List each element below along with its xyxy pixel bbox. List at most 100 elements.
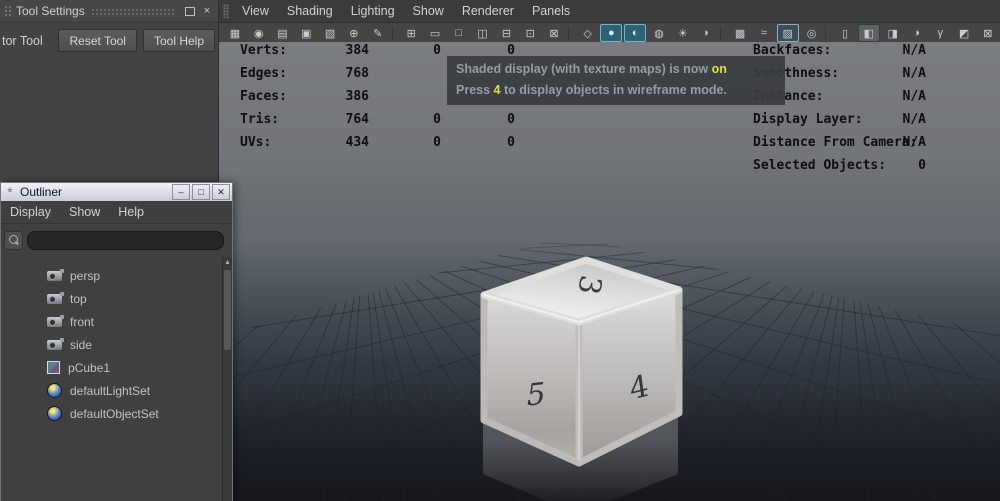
x-ray-components-icon[interactable]: ◨ <box>882 24 904 42</box>
outliner-menu-item[interactable]: Show <box>60 201 109 223</box>
outliner-menu-item[interactable]: Help <box>109 201 153 223</box>
hud-object-details: Backfaces:N/A Smoothness:N/A Instance:N/… <box>753 43 1000 181</box>
toolbar-separator[interactable] <box>568 26 574 41</box>
hud-row-distance-from-camera: Distance From Camera:N/A <box>753 135 1000 151</box>
viewport-menu-item[interactable]: Shading <box>280 0 340 22</box>
wireframe-icon[interactable]: ◇ <box>577 24 599 42</box>
hud-row-tris: Tris:76400 <box>240 112 515 128</box>
viewport-message-tooltip: Shaded display (with texture maps) is no… <box>447 56 785 105</box>
camera-attributes-icon[interactable]: ▤ <box>272 24 294 42</box>
minimize-icon[interactable]: – <box>172 184 190 200</box>
image-plane-icon[interactable]: ▧ <box>319 24 341 42</box>
close-icon[interactable]: × <box>200 4 214 18</box>
gate-mask-icon[interactable]: ◫ <box>472 24 494 42</box>
select-camera-icon[interactable]: ▦ <box>224 24 246 42</box>
grease-pencil-icon[interactable]: ✎ <box>367 24 389 42</box>
lighting-icon[interactable]: ☀ <box>672 24 694 42</box>
outliner-scrollbar[interactable]: ▲ <box>222 257 232 501</box>
outliner-window: * Outliner – □ ✕ DisplayShowHelp persp <box>0 182 233 501</box>
camera-lock-icon[interactable]: ◉ <box>248 24 270 42</box>
resolution-gate-icon[interactable]: □ <box>448 24 470 42</box>
hud-row-selected-objects: Selected Objects:0 <box>753 158 1000 174</box>
outliner-list: persp top front side <box>1 256 232 425</box>
viewport-toolbar: ▦ ◉ ▤ ▣ ▧ ⊕ ✎ ⊞ ▭ □ ◫ <box>219 23 1000 44</box>
drag-grip-icon[interactable] <box>4 5 12 18</box>
toolbar-separator[interactable] <box>720 26 726 41</box>
outliner-menubar: DisplayShowHelp <box>1 201 232 224</box>
exposure-icon[interactable]: ◑ <box>906 24 928 42</box>
maya-window: Tool Settings × tor Tool Reset Tool Tool… <box>0 0 1000 501</box>
horizon-fade <box>219 225 1000 260</box>
use-default-material-icon[interactable]: ◍ <box>648 24 670 42</box>
outliner-item-top[interactable]: top <box>1 287 232 310</box>
toolbar-separator[interactable] <box>392 26 398 41</box>
scroll-up-icon[interactable]: ▲ <box>223 257 232 268</box>
maximize-icon[interactable]: □ <box>192 184 210 200</box>
multisample-icon[interactable]: ▨ <box>777 24 799 42</box>
viewport-menu-item[interactable]: Lighting <box>344 0 402 22</box>
camera-icon <box>47 294 62 304</box>
smooth-shade-icon[interactable]: ● <box>600 24 622 42</box>
camera-icon <box>47 271 62 281</box>
depth-of-field-icon[interactable]: ◎ <box>801 24 823 42</box>
isolate-select-icon[interactable]: ▯ <box>834 24 856 42</box>
viewport-3d-view[interactable]: 3 5 4 Verts:38400 Edges:768 Faces:386 Tr… <box>219 42 1000 501</box>
panel-grip-icon[interactable] <box>223 4 229 18</box>
toolbar-separator[interactable] <box>825 26 831 41</box>
outliner-search-input[interactable] <box>27 231 224 250</box>
hud-row-display-layer: Display Layer:N/A <box>753 112 1000 128</box>
cube-mesh[interactable]: 3 5 4 <box>483 260 679 501</box>
viewport-menu-item[interactable]: Renderer <box>455 0 521 22</box>
cube-icon <box>47 361 60 374</box>
scrollbar-thumb[interactable] <box>224 270 231 350</box>
undock-icon[interactable] <box>183 4 197 18</box>
hud-row-uvs: UVs:43400 <box>240 135 515 151</box>
pan-zoom-icon[interactable]: ⊕ <box>343 24 365 42</box>
bookmark-icon[interactable]: ▣ <box>295 24 317 42</box>
viewport-menu-item[interactable]: Show <box>406 0 451 22</box>
hud-row-smoothness: Smoothness:N/A <box>753 66 1000 82</box>
outliner-window-icon: * <box>3 185 17 199</box>
reset-tool-button[interactable]: Reset Tool <box>58 29 136 52</box>
tool-settings-titlebar[interactable]: Tool Settings × <box>0 0 218 23</box>
outliner-titlebar[interactable]: * Outliner – □ ✕ <box>1 183 232 201</box>
search-filter-icon[interactable] <box>4 231 23 250</box>
outliner-item-pcube1[interactable]: pCube1 <box>1 356 232 379</box>
outliner-menu-item[interactable]: Display <box>1 201 60 223</box>
outliner-title: Outliner <box>17 185 170 199</box>
gamma-icon[interactable]: γ <box>929 24 951 42</box>
shadows-icon[interactable]: ◗ <box>696 24 718 42</box>
tooltip-line-2: Press 4 to display objects in wireframe … <box>456 80 776 101</box>
collapse-panel-icon[interactable]: ⊠ <box>977 24 999 42</box>
outliner-item-defaultlightset[interactable]: defaultLightSet <box>1 379 232 402</box>
field-chart-icon[interactable]: ⊟ <box>496 24 518 42</box>
viewport-menu-item[interactable]: View <box>235 0 276 22</box>
safe-title-icon[interactable]: ⊠ <box>543 24 565 42</box>
outliner-item-front[interactable]: front <box>1 310 232 333</box>
hud-row-instance: Instance:N/A <box>753 89 1000 105</box>
outliner-item-side[interactable]: side <box>1 333 232 356</box>
x-ray-icon[interactable]: ◧ <box>858 24 880 42</box>
outliner-item-defaultobjectset[interactable]: defaultObjectSet <box>1 402 232 425</box>
close-icon[interactable]: ✕ <box>212 184 230 200</box>
viewport-menu-item[interactable]: Panels <box>525 0 577 22</box>
tool-settings-title: Tool Settings <box>16 4 85 18</box>
tooltip-highlight-on: on <box>712 62 727 76</box>
camera-icon <box>47 340 62 350</box>
outliner-item-persp[interactable]: persp <box>1 264 232 287</box>
tool-help-button[interactable]: Tool Help <box>143 29 215 52</box>
tool-settings-actions: tor Tool Reset Tool Tool Help <box>0 23 218 52</box>
gradient-background-icon[interactable]: ◩ <box>953 24 975 42</box>
camera-icon <box>47 317 62 327</box>
viewport-menus: ViewShadingLightingShowRendererPanels <box>233 0 579 22</box>
tool-name-label: tor Tool <box>2 34 52 48</box>
textured-icon[interactable]: ◐ <box>624 24 646 42</box>
occlusion-icon[interactable]: ▩ <box>729 24 751 42</box>
viewport-menubar: ViewShadingLightingShowRendererPanels <box>219 0 1000 23</box>
safe-action-icon[interactable]: ⊡ <box>519 24 541 42</box>
outliner-search-row <box>1 224 232 256</box>
motion-blur-icon[interactable]: ≈ <box>753 24 775 42</box>
titlebar-dots-texture <box>91 8 174 15</box>
film-gate-icon[interactable]: ▭ <box>424 24 446 42</box>
grid-display-icon[interactable]: ⊞ <box>400 24 422 42</box>
